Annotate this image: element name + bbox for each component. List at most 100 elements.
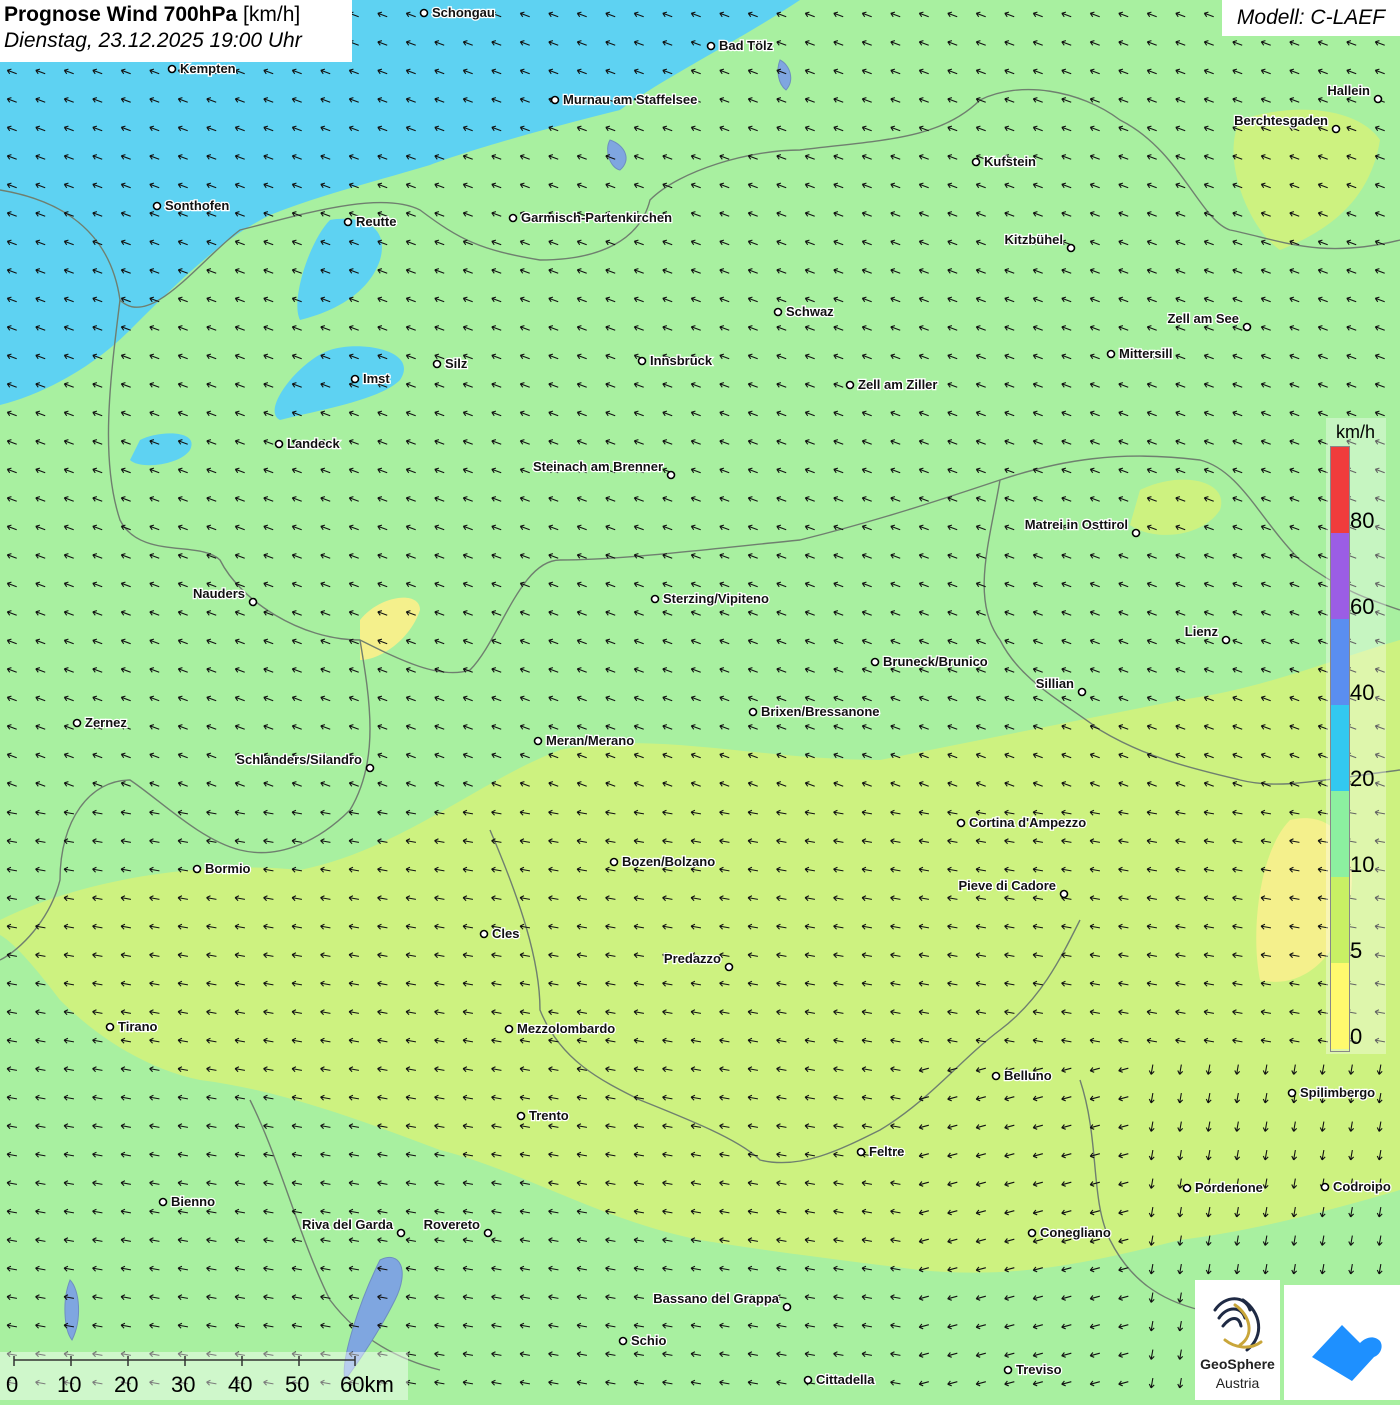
legend-swatch-0 [1331, 963, 1349, 1049]
city-name: Belluno [1004, 1068, 1052, 1083]
city-name: Bassano del Grappa [653, 1291, 779, 1306]
city-dot [105, 1022, 115, 1032]
legend-label: 0 [1350, 1024, 1363, 1049]
distance-scale: 0 10 20 30 40 50 60km [0, 1352, 408, 1400]
geosphere-logo[interactable]: GeoSphere Austria [1195, 1280, 1280, 1400]
city-dot [1221, 635, 1231, 645]
logo-line1: GeoSphere [1200, 1356, 1275, 1372]
city-dot [504, 1024, 514, 1034]
city-name: Feltre [869, 1144, 904, 1159]
city-dot [550, 95, 560, 105]
city-marker[interactable]: Conegliano [1027, 1224, 1112, 1241]
city-name: Pieve di Cadore [958, 878, 1056, 893]
city-dot [845, 380, 855, 390]
forecast-datetime: Dienstag, 23.12.2025 19:00 Uhr [4, 29, 302, 52]
city-name: Brixen/Bressanone [761, 704, 880, 719]
city-name: Schongau [432, 5, 495, 20]
city-dot [72, 718, 82, 728]
city-name: Zernez [85, 715, 127, 730]
city-name: Pordenone [1195, 1180, 1263, 1195]
title-main: Prognose Wind 700hPa [4, 3, 238, 26]
city-name: Conegliano [1040, 1225, 1111, 1240]
city-marker[interactable]: Cortina d'Ampezzo [956, 814, 1088, 831]
city-dot [706, 41, 716, 51]
legend-label: 80 [1350, 508, 1375, 533]
city-dot [508, 213, 518, 223]
city-name: Murnau am Staffelsee [563, 92, 697, 107]
city-marker[interactable]: Sterzing/Vipiteno [650, 590, 770, 607]
city-dot [419, 8, 429, 18]
city-marker[interactable]: Murnau am Staffelsee [550, 91, 699, 108]
city-dot [609, 857, 619, 867]
city-dot [152, 201, 162, 211]
legend-swatch-10 [1331, 791, 1349, 877]
city-marker[interactable]: Bozen/Bolzano [609, 853, 716, 870]
city-name: Bormio [205, 861, 251, 876]
city-name: Trento [529, 1108, 569, 1123]
legend-unit: km/h [1336, 422, 1376, 442]
city-dot [773, 307, 783, 317]
city-marker[interactable]: Sonthofen [152, 197, 231, 214]
city-dot [533, 736, 543, 746]
city-dot [1373, 94, 1383, 104]
city-marker[interactable]: Meran/Merano [533, 732, 635, 749]
city-dot [803, 1375, 813, 1385]
city-name: Bad Tölz [719, 38, 774, 53]
city-dot [991, 1071, 1001, 1081]
city-name: Garmisch-Partenkirchen [521, 210, 672, 225]
city-name: Zell am See [1167, 311, 1239, 326]
city-name: Mezzolombardo [517, 1021, 615, 1036]
legend-label: 60 [1350, 594, 1375, 619]
city-name: Schlanders/Silandro [236, 752, 362, 767]
city-dot [158, 1197, 168, 1207]
city-name: Rovereto [424, 1217, 480, 1232]
city-name: Mittersill [1119, 346, 1172, 361]
city-dot [637, 356, 647, 366]
title-unit: [km/h] [243, 3, 301, 26]
city-marker[interactable]: Mezzolombardo [504, 1020, 617, 1037]
city-name: Bozen/Bolzano [622, 854, 715, 869]
city-marker[interactable]: Schongau [419, 4, 496, 21]
color-legend: km/h 80 60 40 20 10 5 0 [1326, 418, 1386, 1054]
weather-app-icon [1312, 1325, 1382, 1381]
city-name: Meran/Merano [546, 733, 634, 748]
city-marker[interactable]: Cittadella [803, 1371, 877, 1388]
scale-label: 20 [114, 1372, 138, 1397]
city-dot [1077, 687, 1087, 697]
city-name: Codroipo [1333, 1179, 1391, 1194]
city-dot [350, 374, 360, 384]
city-marker[interactable]: Brixen/Bressanone [748, 703, 881, 720]
city-name: Treviso [1016, 1362, 1062, 1377]
city-dot [971, 157, 981, 167]
city-dot [365, 763, 375, 773]
city-dot [1320, 1182, 1330, 1192]
city-dot [1131, 528, 1141, 538]
city-dot [956, 818, 966, 828]
city-marker[interactable]: Innsbruck [637, 352, 714, 369]
city-name: Tirano [118, 1019, 158, 1034]
city-name: Berchtesgaden [1234, 113, 1328, 128]
city-dot [1331, 124, 1341, 134]
city-name: Lienz [1185, 624, 1219, 639]
city-name: Spilimbergo [1300, 1085, 1375, 1100]
city-marker[interactable]: Bruneck/Brunico [870, 653, 989, 670]
city-dot [1003, 1365, 1013, 1375]
legend-swatch-60 [1331, 533, 1349, 619]
legend-label: 20 [1350, 766, 1375, 791]
city-dot [1066, 243, 1076, 253]
city-dot [248, 597, 258, 607]
city-dot [748, 707, 758, 717]
city-marker[interactable]: Pordenone [1182, 1179, 1264, 1196]
scale-label: 0 [6, 1372, 18, 1397]
city-dot [274, 439, 284, 449]
scale-label: 10 [57, 1372, 81, 1397]
city-marker[interactable]: Spilimbergo [1287, 1084, 1376, 1101]
city-name: Steinach am Brenner [533, 459, 663, 474]
city-dot [856, 1147, 866, 1157]
city-dot [782, 1302, 792, 1312]
city-dot [666, 470, 676, 480]
weather-app-logo[interactable] [1284, 1285, 1400, 1400]
city-marker[interactable]: Garmisch-Partenkirchen [508, 209, 673, 226]
city-name: Innsbruck [650, 353, 713, 368]
city-marker[interactable]: Zell am Ziller [845, 376, 939, 393]
